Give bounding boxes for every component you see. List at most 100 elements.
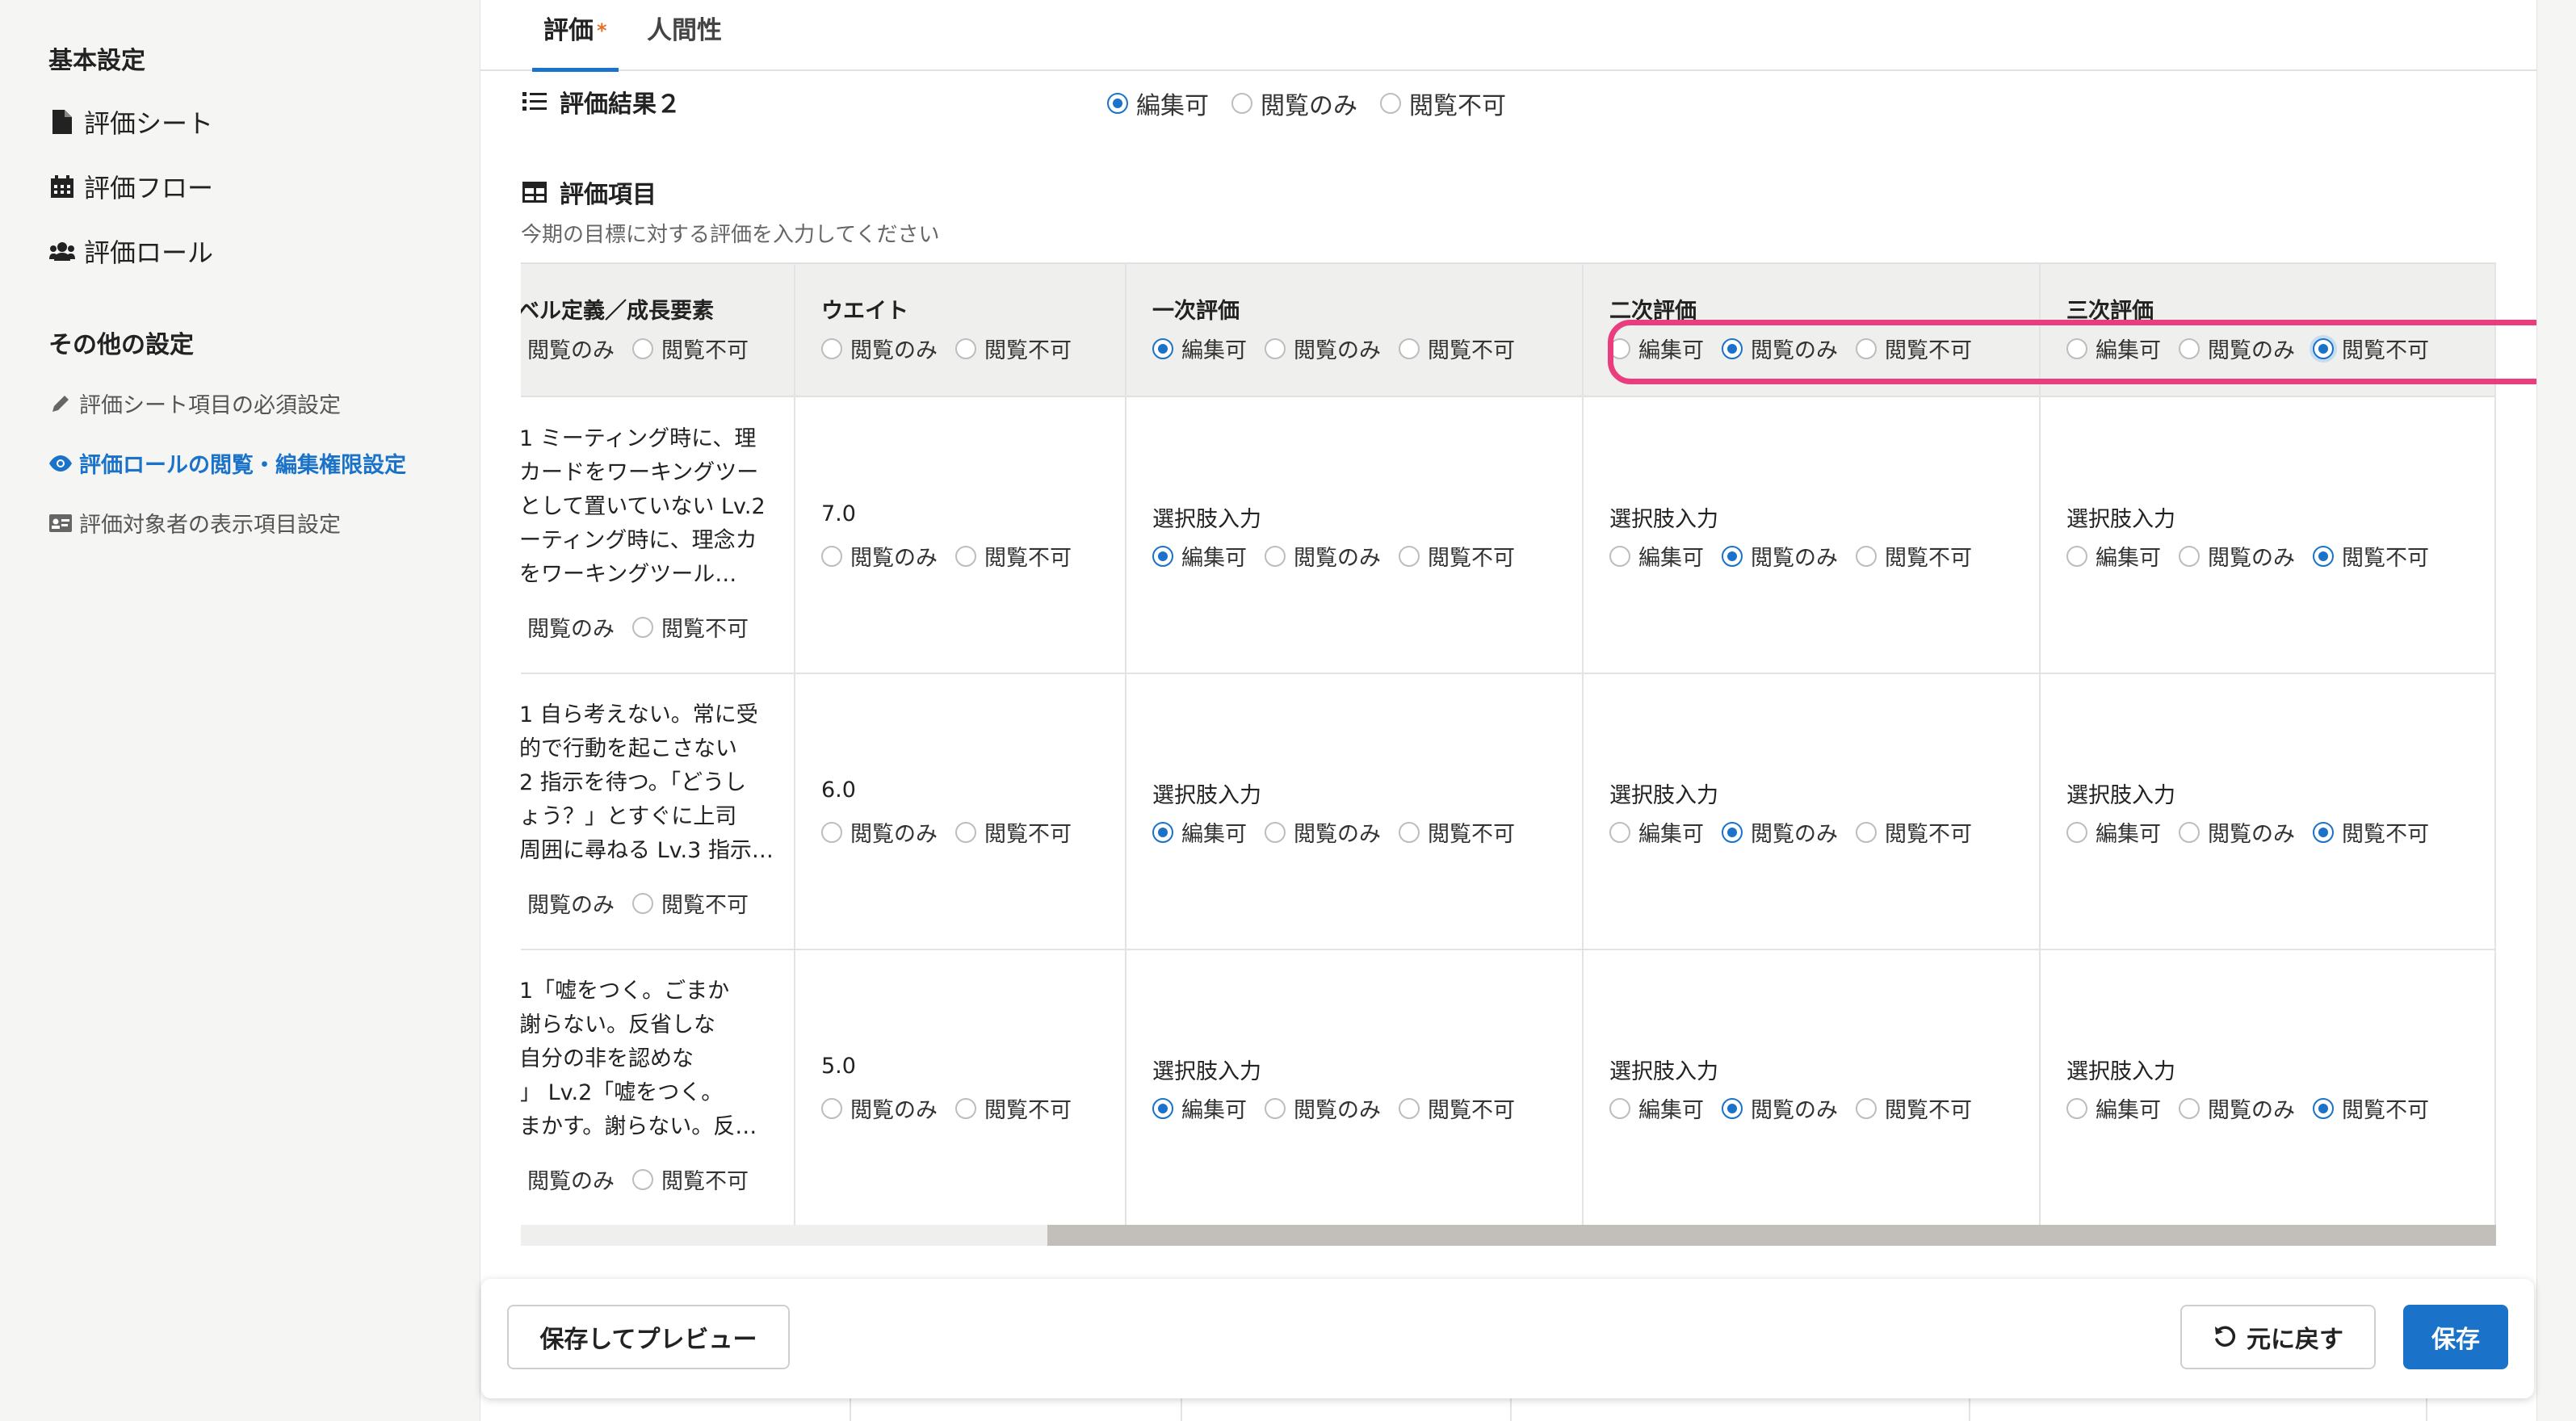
radio-circle[interactable] [1152,545,1173,567]
radio-circle[interactable] [821,1097,842,1119]
radio-circle[interactable] [1265,1097,1286,1119]
radio-circle[interactable] [955,821,976,843]
result2-radio-no-view[interactable]: 閲覧不可 [1380,86,1506,121]
row2-tertiary-edit[interactable]: 編集可 [2066,816,2161,848]
header-secondary-edit[interactable]: 編集可 [1609,333,1704,364]
sidebar-item-role-permissions[interactable]: 評価ロールの閲覧・編集権限設定 [48,447,406,479]
radio-circle[interactable] [1265,337,1286,359]
radio-circle[interactable] [1856,337,1877,359]
radio-circle[interactable] [1265,821,1286,843]
radio-circle[interactable] [2313,545,2334,567]
row1-tertiary-view-only[interactable]: 閲覧のみ [2179,540,2295,572]
row3-secondary-edit[interactable]: 編集可 [1609,1092,1704,1124]
radio-circle[interactable] [1399,545,1420,567]
radio-circle[interactable] [2313,821,2334,843]
row3-primary-no-view[interactable]: 閲覧不可 [1399,1092,1515,1124]
radio-circle[interactable] [1722,545,1743,567]
row1-secondary-edit[interactable]: 編集可 [1609,540,1704,572]
save-button[interactable]: 保存 [2403,1305,2508,1369]
radio-circle[interactable] [632,892,653,914]
header-secondary-view-only[interactable]: 閲覧のみ [1722,333,1838,364]
sidebar-item-required-settings[interactable]: 評価シート項目の必須設定 [48,388,341,419]
row3-weight-no-view[interactable]: 閲覧不可 [955,1092,1072,1124]
radio-circle[interactable] [2313,337,2334,359]
row3-primary-edit[interactable]: 編集可 [1152,1092,1247,1124]
result2-radio-edit[interactable]: 編集可 [1107,86,1209,121]
radio-circle[interactable] [821,337,842,359]
radio-circle[interactable] [1609,337,1630,359]
radio-circle[interactable] [1152,821,1173,843]
tab-evaluation[interactable]: 評価 * [532,11,619,72]
radio-circle[interactable] [1722,821,1743,843]
row3-tertiary-edit[interactable]: 編集可 [2066,1092,2161,1124]
radio-circle[interactable] [1399,1097,1420,1119]
header-def-no-view[interactable]: 閲覧不可 [632,333,749,364]
header-primary-edit[interactable]: 編集可 [1152,333,1247,364]
radio-circle[interactable] [2066,545,2087,567]
row3-secondary-view-only[interactable]: 閲覧のみ [1722,1092,1838,1124]
radio-circle[interactable] [2313,1097,2334,1119]
radio-circle[interactable] [1856,821,1877,843]
header-primary-no-view[interactable]: 閲覧不可 [1399,333,1515,364]
radio-circle[interactable] [1609,545,1630,567]
row2-primary-view-only[interactable]: 閲覧のみ [1265,816,1381,848]
row2-tertiary-no-view[interactable]: 閲覧不可 [2313,816,2429,848]
radio-circle[interactable] [2179,821,2200,843]
header-def-view-only[interactable]: 閲覧のみ [527,333,615,364]
row1-primary-view-only[interactable]: 閲覧のみ [1265,540,1381,572]
row1-primary-no-view[interactable]: 閲覧不可 [1399,540,1515,572]
header-weight-no-view[interactable]: 閲覧不可 [955,333,1072,364]
radio-circle[interactable] [2066,821,2087,843]
row3-tertiary-view-only[interactable]: 閲覧のみ [2179,1092,2295,1124]
row1-tertiary-edit[interactable]: 編集可 [2066,540,2161,572]
radio-circle[interactable] [632,1168,653,1190]
radio-circle[interactable] [2066,1097,2087,1119]
radio-circle[interactable] [1722,1097,1743,1119]
row2-def-no-view[interactable]: 閲覧不可 [632,887,749,919]
row1-def-no-view[interactable]: 閲覧不可 [632,611,749,643]
row2-def-view-only[interactable]: 閲覧のみ [527,887,615,919]
row2-primary-edit[interactable]: 編集可 [1152,816,1247,848]
radio-circle[interactable] [1265,545,1286,567]
radio-circle[interactable] [1609,1097,1630,1119]
row1-weight-no-view[interactable]: 閲覧不可 [955,540,1072,572]
row1-def-view-only[interactable]: 閲覧のみ [527,611,615,643]
radio-circle[interactable] [1399,337,1420,359]
row3-def-view-only[interactable]: 閲覧のみ [527,1163,615,1195]
row3-secondary-no-view[interactable]: 閲覧不可 [1856,1092,1972,1124]
revert-button[interactable]: 元に戻す [2180,1305,2376,1369]
header-tertiary-no-view[interactable]: 閲覧不可 [2313,333,2429,364]
radio-circle[interactable] [632,337,653,359]
row3-weight-view-only[interactable]: 閲覧のみ [821,1092,938,1124]
row1-weight-view-only[interactable]: 閲覧のみ [821,540,938,572]
radio-circle[interactable] [955,545,976,567]
row2-secondary-no-view[interactable]: 閲覧不可 [1856,816,1972,848]
radio-circle[interactable] [1856,1097,1877,1119]
horizontal-scrollbar-thumb[interactable] [1047,1225,2496,1246]
sidebar-item-display-items[interactable]: 評価対象者の表示項目設定 [48,507,341,539]
radio-circle[interactable] [1399,821,1420,843]
radio-circle[interactable] [632,616,653,638]
row1-primary-edit[interactable]: 編集可 [1152,540,1247,572]
sidebar-item-eval-role[interactable]: 評価ロール [48,233,213,270]
row3-tertiary-no-view[interactable]: 閲覧不可 [2313,1092,2429,1124]
row2-weight-view-only[interactable]: 閲覧のみ [821,816,938,848]
radio-circle[interactable] [2066,337,2087,359]
row1-secondary-no-view[interactable]: 閲覧不可 [1856,540,1972,572]
radio-circle[interactable] [1609,821,1630,843]
radio-circle[interactable] [2179,1097,2200,1119]
sidebar-item-eval-flow[interactable]: 評価フロー [48,168,213,205]
radio-circle[interactable] [1152,337,1173,359]
radio-circle[interactable] [821,545,842,567]
tab-humanity[interactable]: 人間性 [636,11,733,68]
row3-primary-view-only[interactable]: 閲覧のみ [1265,1092,1381,1124]
row2-primary-no-view[interactable]: 閲覧不可 [1399,816,1515,848]
header-primary-view-only[interactable]: 閲覧のみ [1265,333,1381,364]
radio-circle[interactable] [1722,337,1743,359]
radio-circle[interactable] [1107,93,1128,114]
radio-circle[interactable] [1380,93,1401,114]
row2-secondary-edit[interactable]: 編集可 [1609,816,1704,848]
sidebar-item-eval-sheet[interactable]: 評価シート [48,103,213,140]
radio-circle[interactable] [1231,93,1252,114]
row2-tertiary-view-only[interactable]: 閲覧のみ [2179,816,2295,848]
